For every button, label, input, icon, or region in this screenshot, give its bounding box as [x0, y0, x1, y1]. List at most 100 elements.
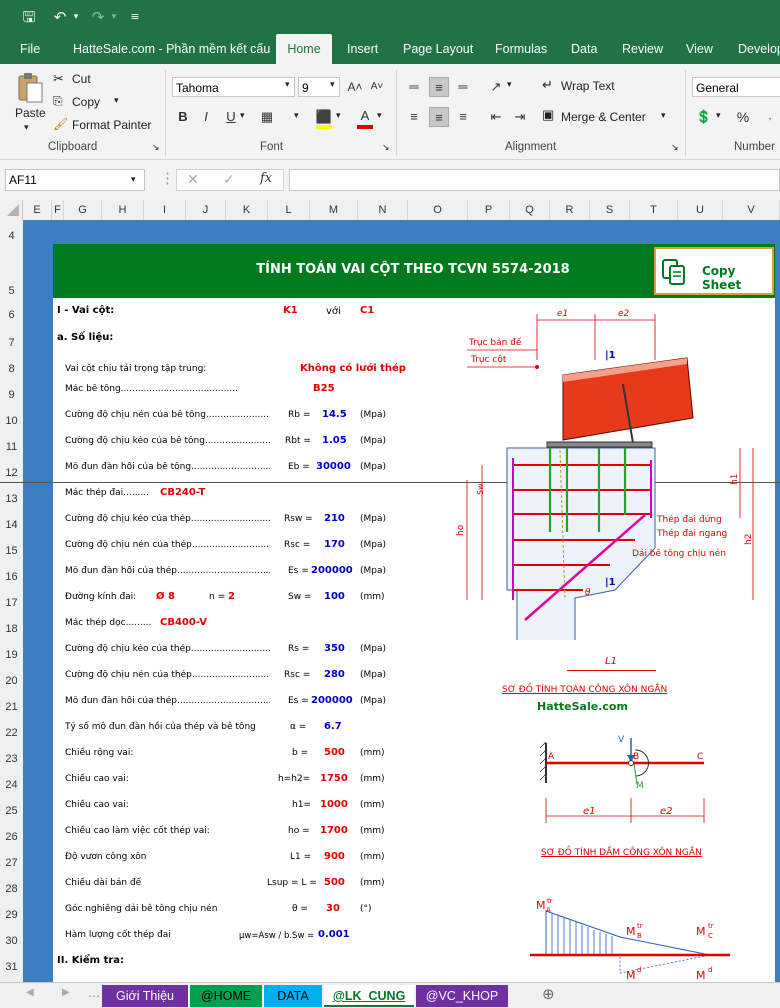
sheet-tab-lk-cung[interactable]: @LK_CUNG [324, 985, 414, 1007]
underline-dropdown-icon[interactable]: ▾ [240, 110, 245, 121]
row-header[interactable]: 21 [0, 701, 23, 713]
column-header[interactable]: N [358, 200, 408, 220]
undo-dropdown-icon[interactable]: ▾ [66, 7, 86, 27]
font-launcher-icon[interactable]: ↘ [382, 142, 390, 153]
row-header[interactable]: 23 [0, 753, 23, 765]
paste-icon[interactable] [15, 72, 45, 103]
align-top-icon[interactable]: ═ [404, 77, 424, 97]
row-header[interactable]: 31 [0, 961, 23, 973]
decrease-font-icon[interactable]: A˅ [367, 77, 387, 97]
param-value[interactable]: 1750 [320, 773, 348, 784]
param-value[interactable]: 900 [324, 851, 345, 862]
tab-review[interactable]: Review [622, 34, 663, 64]
column-header[interactable]: E [23, 200, 52, 220]
format-painter-button[interactable]: Format Painter [72, 118, 151, 132]
row-header[interactable]: 22 [0, 727, 23, 739]
param-value[interactable]: 30 [326, 903, 340, 914]
comma-style-icon[interactable]: , [760, 107, 780, 127]
copy-icon[interactable]: ⎘ [53, 94, 63, 109]
font-name-dropdown-icon[interactable]: ▾ [285, 79, 290, 90]
row-header[interactable]: 4 [0, 230, 23, 242]
param-value[interactable]: 1700 [320, 825, 348, 836]
param-value[interactable]: CB240-T [160, 487, 205, 498]
copy-sheet-button[interactable]: Copy Sheet [654, 247, 774, 295]
tab-formulas[interactable]: Formulas [495, 34, 547, 64]
accounting-icon[interactable]: 💲 [694, 107, 714, 127]
param-value[interactable]: 500 [324, 747, 345, 758]
add-sheet-icon[interactable]: ⊕ [542, 985, 555, 1003]
accounting-dropdown-icon[interactable]: ▾ [716, 110, 721, 121]
sheet-tab-data[interactable]: DATA [264, 985, 322, 1007]
borders-dropdown-icon[interactable]: ▾ [294, 110, 299, 121]
formula-input[interactable] [289, 169, 780, 191]
clipboard-launcher-icon[interactable]: ↘ [152, 142, 160, 153]
percent-button[interactable]: % [733, 107, 753, 127]
name-box-dropdown-icon[interactable]: ▾ [131, 174, 136, 185]
orientation-icon[interactable]: ↗ [486, 77, 506, 97]
underline-button[interactable]: U [221, 107, 241, 127]
tab-insert[interactable]: Insert [347, 34, 378, 64]
align-center-icon[interactable]: ≡ [429, 107, 449, 127]
paste-dropdown-icon[interactable]: ▾ [24, 122, 29, 133]
font-size-dropdown-icon[interactable]: ▾ [330, 79, 335, 90]
param-value[interactable]: Không có lưới thép [300, 363, 406, 374]
number-format-select[interactable]: General [692, 77, 780, 97]
column-header[interactable]: U [678, 200, 723, 220]
column-header[interactable]: T [630, 200, 678, 220]
tab-file[interactable]: File [20, 34, 40, 64]
row-header[interactable]: 11 [0, 441, 23, 453]
row-header[interactable]: 27 [0, 857, 23, 869]
row-header[interactable]: 8 [0, 363, 23, 375]
param-value[interactable]: 14.5 [322, 409, 347, 420]
paste-label[interactable]: Paste [15, 106, 46, 120]
column-header[interactable]: G [64, 200, 102, 220]
column-header[interactable]: S [590, 200, 630, 220]
tab-hattesale[interactable]: HatteSale.com - Phần mềm kết cấu [73, 34, 270, 64]
row-header[interactable]: 14 [0, 519, 23, 531]
row-header[interactable]: 13 [0, 493, 23, 505]
borders-icon[interactable]: ▦ [257, 107, 277, 127]
column-header[interactable]: H [102, 200, 144, 220]
font-name-select[interactable]: Tahoma [172, 77, 295, 97]
wrap-text-icon[interactable]: ↵ [542, 77, 553, 93]
stirrup-diameter[interactable]: Ø 8 [156, 591, 175, 602]
align-bottom-icon[interactable]: ═ [453, 77, 473, 97]
param-value[interactable]: 100 [324, 591, 345, 602]
copy-button[interactable]: Copy [72, 95, 100, 109]
tab-view[interactable]: View [686, 34, 713, 64]
row-header[interactable]: 10 [0, 415, 23, 427]
merge-dropdown-icon[interactable]: ▾ [661, 110, 666, 121]
merge-center-icon[interactable]: ▣ [542, 107, 554, 123]
cut-icon[interactable]: ✂ [53, 71, 64, 87]
row-header[interactable]: 12 [0, 467, 23, 479]
align-middle-icon[interactable]: ≡ [429, 77, 449, 97]
cut-button[interactable]: Cut [72, 72, 91, 86]
italic-button[interactable]: I [196, 107, 216, 127]
param-value[interactable]: 30000 [316, 461, 351, 472]
select-all-button[interactable] [0, 200, 23, 220]
scroll-left-icon[interactable]: ◀ [26, 987, 34, 998]
tab-developer[interactable]: Developer [738, 34, 780, 64]
row-header[interactable]: 16 [0, 571, 23, 583]
column-header[interactable]: F [52, 200, 64, 220]
row-header[interactable]: 19 [0, 649, 23, 661]
wrap-text-button[interactable]: Wrap Text [561, 79, 615, 93]
customize-qat-icon[interactable]: ≡ [125, 7, 145, 27]
redo-dropdown-icon[interactable]: ▾ [104, 7, 124, 27]
alignment-launcher-icon[interactable]: ↘ [671, 142, 679, 153]
column-header[interactable]: I [144, 200, 186, 220]
param-value[interactable]: B25 [313, 383, 335, 394]
enter-icon[interactable]: ✓ [223, 171, 235, 188]
sheet-tab-home[interactable]: @HOME [190, 985, 262, 1007]
column-header[interactable]: L [268, 200, 310, 220]
column-header[interactable]: V [723, 200, 780, 220]
font-color-icon[interactable]: A [355, 106, 375, 126]
row-header[interactable]: 17 [0, 597, 23, 609]
save-icon[interactable]: 🖫 [19, 7, 39, 27]
sheet-tab-gioi-thieu[interactable]: Giới Thiệu [102, 985, 188, 1007]
param-value[interactable]: 6.7 [324, 721, 342, 732]
decrease-indent-icon[interactable]: ⇤ [486, 107, 506, 127]
param-value[interactable]: 200000 [311, 565, 353, 576]
stirrup-legs-value[interactable]: 2 [228, 591, 235, 602]
row-header[interactable]: 18 [0, 623, 23, 635]
